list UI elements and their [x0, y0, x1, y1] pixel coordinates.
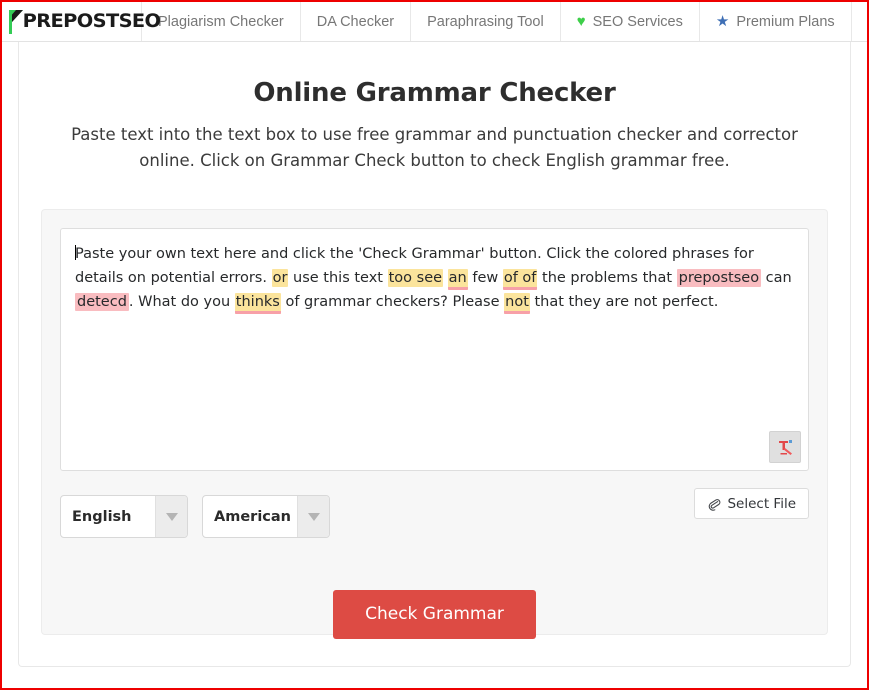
nav-item-label: Premium Plans — [736, 13, 835, 30]
nav-item-label: DA Checker — [316, 13, 395, 30]
editor-plain-text: the problems that — [537, 270, 677, 287]
nav-item-seo-services[interactable]: ♥ SEO Services — [560, 2, 700, 41]
editor-plain-text: that they are not perfect. — [529, 294, 719, 311]
brand-logo-link[interactable]: PREPOSTSEO — [2, 2, 161, 41]
editor-highlight-red[interactable]: detecd — [75, 293, 129, 312]
nav-item-label: SEO Services — [592, 13, 683, 30]
star-icon: ★ — [715, 13, 730, 30]
grammar-tool-panel: Paste your own text here and click the '… — [41, 209, 828, 640]
page-body: Online Grammar Checker Paste text into t… — [2, 42, 867, 688]
check-grammar-button[interactable]: Check Grammar — [333, 590, 536, 640]
page-description: Paste text into the text box to use free… — [71, 125, 798, 170]
browser-viewport: PREPOSTSEO Plagiarism Checker DA Checker… — [0, 0, 869, 690]
editor-highlight-yellow-underline[interactable]: an — [447, 269, 468, 291]
language-select-value: English — [72, 508, 132, 525]
editor-plain-text — [443, 270, 448, 286]
nav-item-premium-plans[interactable]: ★ Premium Plans — [699, 2, 852, 41]
submit-row: Check Grammar — [60, 590, 809, 640]
page-title: Online Grammar Checker — [253, 78, 616, 108]
editor-plain-text: use this text — [288, 270, 388, 287]
editor-plain-text: . What do you — [128, 294, 235, 311]
editor-highlight-yellow-underline[interactable]: not — [504, 293, 530, 315]
paperclip-icon — [707, 497, 721, 511]
nav-item-paraphrasing-tool[interactable]: Paraphrasing Tool — [411, 2, 561, 41]
dialect-select[interactable]: American — [202, 495, 330, 539]
nav-item-label: Plagiarism Checker — [158, 13, 284, 30]
editor-plain-text: of grammar checkers? Please — [280, 294, 505, 311]
editor-plain-text: few — [467, 270, 503, 287]
select-file-button[interactable]: Select File — [694, 488, 809, 520]
grammar-text-editor[interactable]: Paste your own text here and click the '… — [60, 228, 809, 472]
editor-highlight-yellow[interactable]: or — [271, 269, 289, 288]
main-navbar: PREPOSTSEO Plagiarism Checker DA Checker… — [2, 2, 867, 42]
editor-highlight-yellow[interactable]: too see — [387, 269, 444, 288]
chevron-down-icon[interactable] — [297, 496, 329, 538]
editor-highlight-yellow-underline[interactable]: thinks — [234, 293, 281, 315]
select-file-label: Select File — [727, 495, 796, 512]
editor-highlight-yellow-underline[interactable]: of of — [502, 269, 538, 291]
nav-item-plagiarism-checker[interactable]: Plagiarism Checker — [142, 2, 301, 41]
heart-icon: ♥ — [576, 13, 586, 30]
navbar-spacer — [851, 2, 867, 41]
content-card: Online Grammar Checker Paste text into t… — [18, 42, 851, 667]
chevron-down-icon[interactable] — [155, 496, 187, 538]
nav-item-label: Paraphrasing Tool — [427, 13, 544, 30]
nav-item-da-checker[interactable]: DA Checker — [300, 2, 412, 41]
grammar-assistant-icon[interactable] — [769, 431, 801, 464]
dialect-select-value: American — [214, 508, 291, 525]
brand-name: PREPOSTSEO — [22, 10, 161, 32]
editor-plain-text: can — [761, 270, 792, 287]
editor-content[interactable]: Paste your own text here and click the '… — [75, 242, 794, 315]
language-select[interactable]: English — [60, 495, 188, 539]
editor-highlight-red[interactable]: prepostseo — [676, 269, 762, 288]
editor-controls-row: English American Select File — [60, 488, 809, 539]
assistant-glyph — [779, 440, 792, 456]
